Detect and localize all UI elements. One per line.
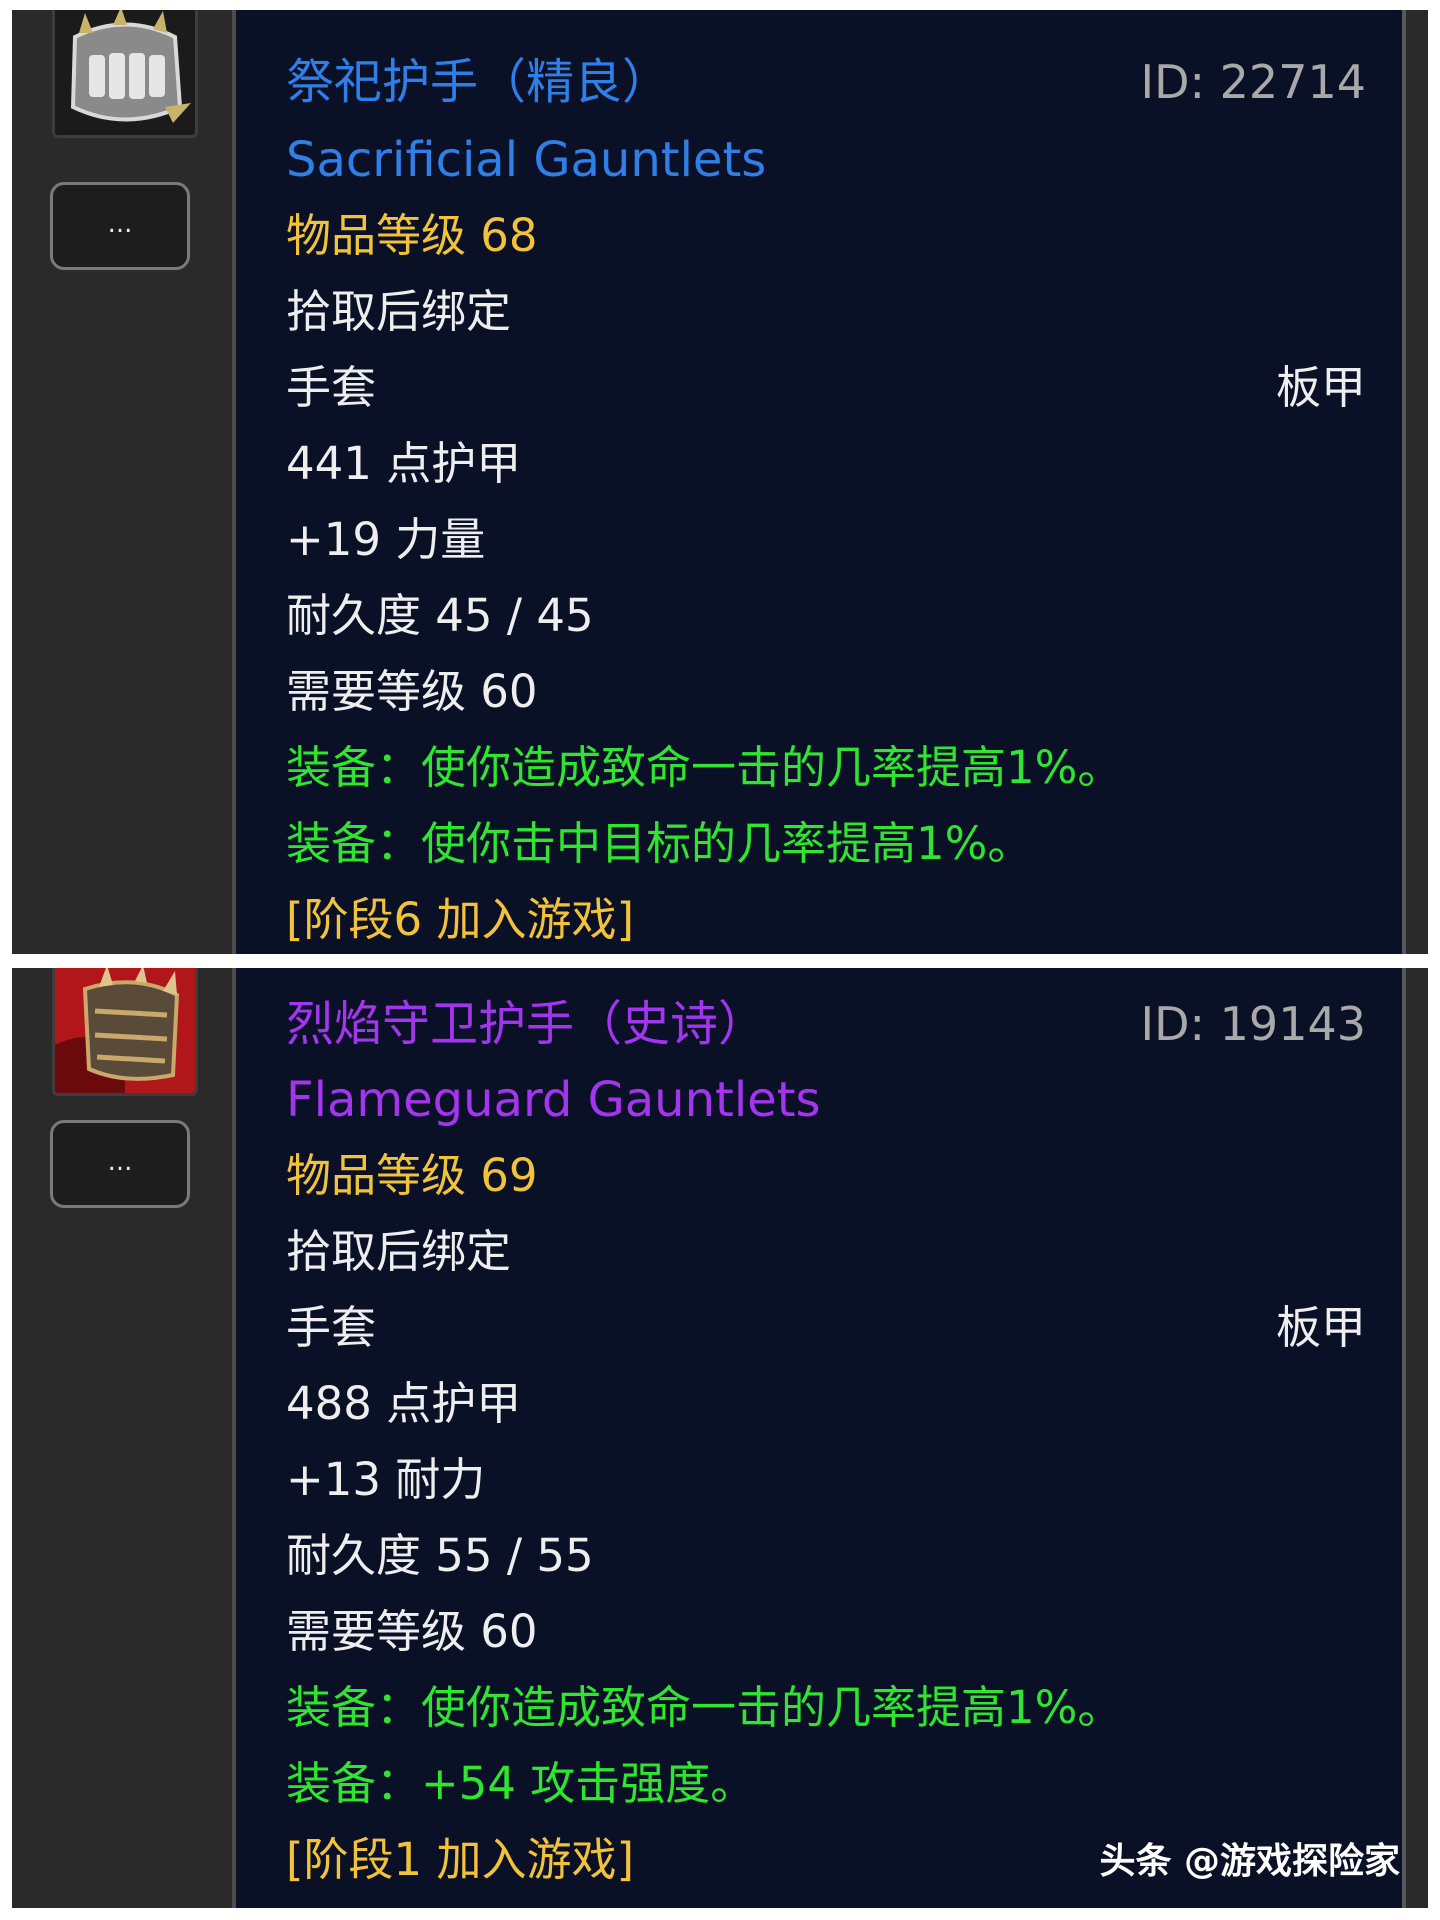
item-name-cn: 祭祀护手（精良）: [286, 54, 671, 110]
item-id: ID: 19143: [1140, 997, 1366, 1051]
item-tooltip-panel-1: ... 祭祀护手（精良） ID: 22714 Sacrificial Gaunt…: [12, 10, 1428, 954]
item-slot: 手套: [286, 361, 377, 414]
item-name-en: Sacrificial Gauntlets: [286, 132, 767, 188]
equip-effect: 装备：使你造成致命一击的几率提高1%。: [286, 741, 1123, 794]
armor-type: 板甲: [1275, 361, 1366, 414]
more-options-button[interactable]: ...: [50, 182, 190, 270]
scroll-edge: [1402, 10, 1406, 954]
durability: 耐久度 45 / 45: [286, 589, 594, 642]
armor-value: 488 点护甲: [286, 1377, 522, 1430]
bind-type: 拾取后绑定: [286, 1225, 512, 1278]
item-slot: 手套: [286, 1301, 377, 1354]
item-tooltip: 祭祀护手（精良） ID: 22714 Sacrificial Gauntlets…: [236, 10, 1402, 954]
required-level: 需要等级 60: [286, 665, 538, 718]
item-sidebar: ...: [12, 968, 234, 1908]
more-options-button[interactable]: ...: [50, 1120, 190, 1208]
item-tooltip-panel-2: ... 烈焰守卫护手（史诗） ID: 19143 Flameguard Gaun…: [12, 968, 1428, 1908]
armor-type: 板甲: [1275, 1301, 1366, 1354]
source-watermark: 头条 @游戏探险家: [1099, 1841, 1400, 1882]
scroll-edge: [1402, 968, 1406, 1908]
bind-type: 拾取后绑定: [286, 285, 512, 338]
item-name-cn: 烈焰守卫护手（史诗）: [286, 996, 767, 1052]
item-id: ID: 22714: [1140, 55, 1366, 109]
phase-label: [阶段6 加入游戏]: [286, 893, 635, 946]
item-sidebar: ...: [12, 10, 234, 954]
durability: 耐久度 55 / 55: [286, 1529, 594, 1582]
equip-effect: 装备：使你造成致命一击的几率提高1%。: [286, 1681, 1123, 1734]
phase-label: [阶段1 加入游戏]: [286, 1833, 635, 1886]
armor-value: 441 点护甲: [286, 437, 522, 490]
required-level: 需要等级 60: [286, 1605, 538, 1658]
stat-bonus: +19 力量: [286, 513, 486, 566]
equip-effect: 装备：+54 攻击强度。: [286, 1757, 756, 1810]
stat-bonus: +13 耐力: [286, 1453, 486, 1506]
item-name-en: Flameguard Gauntlets: [286, 1072, 821, 1128]
item-tooltip: 烈焰守卫护手（史诗） ID: 19143 Flameguard Gauntlet…: [236, 968, 1402, 1908]
equip-effect: 装备：使你击中目标的几率提高1%。: [286, 817, 1033, 870]
flameguard-gauntlet-icon[interactable]: [52, 968, 198, 1096]
item-level: 物品等级 68: [286, 209, 538, 262]
item-level: 物品等级 69: [286, 1149, 538, 1202]
plate-gauntlet-icon[interactable]: [52, 10, 198, 138]
